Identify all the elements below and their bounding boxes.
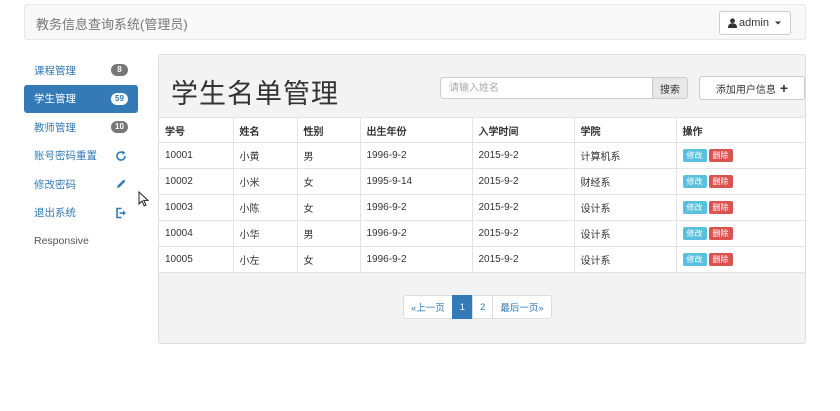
cell-actions: 修改 删除 bbox=[675, 142, 805, 169]
refresh-icon bbox=[116, 150, 126, 161]
search-button[interactable]: 搜索 bbox=[652, 77, 688, 99]
cell-name: 小米 bbox=[232, 168, 298, 195]
delete-button[interactable]: 删除 bbox=[708, 175, 733, 188]
count-badge: 8 bbox=[111, 64, 128, 76]
cell-id: 10001 bbox=[159, 142, 234, 169]
sidebar-item-logout[interactable]: 退出系统 bbox=[24, 199, 138, 227]
top-navbar: 教务信息查询系统(管理员) admin bbox=[24, 4, 806, 40]
sidebar-item-label: 教师管理 bbox=[34, 121, 76, 134]
cell-enroll: 2015-9-2 bbox=[471, 220, 575, 247]
sidebar-item-responsive[interactable]: Responsive bbox=[24, 227, 138, 255]
count-badge: 10 bbox=[111, 121, 128, 133]
table-row: 10004 小华 男 1996-9-2 2015-9-2 设计系 修改 删除 bbox=[159, 220, 805, 247]
cell-name: 小华 bbox=[232, 220, 298, 247]
cell-enroll: 2015-9-2 bbox=[471, 168, 575, 195]
pencil-icon bbox=[117, 179, 126, 188]
delete-button[interactable]: 删除 bbox=[708, 253, 733, 266]
cell-id: 10005 bbox=[159, 246, 234, 273]
edit-button[interactable]: 修改 bbox=[682, 253, 707, 266]
page-title: 学生名单管理 bbox=[171, 79, 339, 110]
logout-icon bbox=[116, 207, 126, 218]
cell-gender: 女 bbox=[296, 168, 361, 195]
main-panel: 学生名单管理 搜索 添加用户信息 + 学号 姓名 性别 出生年份 入学时间 学院… bbox=[158, 54, 806, 344]
pagination-prev[interactable]: «上一页 bbox=[403, 295, 453, 319]
column-header-enroll: 入学时间 bbox=[471, 117, 575, 143]
edit-button[interactable]: 修改 bbox=[682, 175, 707, 188]
sidebar-item-label: 学生管理 bbox=[34, 93, 76, 105]
table-row: 10002 小米 女 1995-9-14 2015-9-2 财经系 修改 删除 bbox=[159, 168, 805, 195]
cell-birth: 1996-9-2 bbox=[359, 246, 473, 273]
cell-name: 小黄 bbox=[232, 142, 298, 169]
user-menu-button[interactable]: admin bbox=[719, 11, 791, 35]
cell-birth: 1995-9-14 bbox=[359, 168, 473, 195]
cell-actions: 修改 删除 bbox=[675, 246, 805, 273]
cell-college: 设计系 bbox=[573, 246, 677, 273]
edit-button[interactable]: 修改 bbox=[682, 201, 707, 214]
cell-enroll: 2015-9-2 bbox=[471, 194, 575, 221]
pagination-page-2[interactable]: 2 bbox=[472, 295, 494, 319]
cell-gender: 男 bbox=[296, 220, 361, 247]
cell-id: 10004 bbox=[159, 220, 234, 247]
plus-icon: + bbox=[779, 80, 789, 96]
mouse-cursor-icon bbox=[138, 191, 149, 207]
user-icon bbox=[728, 18, 738, 28]
column-header-id: 学号 bbox=[159, 117, 234, 143]
delete-button[interactable]: 删除 bbox=[708, 201, 733, 214]
cell-gender: 女 bbox=[296, 194, 361, 221]
user-name: admin bbox=[739, 17, 769, 29]
cell-enroll: 2015-9-2 bbox=[471, 142, 575, 169]
sidebar-item-students[interactable]: 学生管理 59 bbox=[24, 84, 138, 113]
cell-college: 设计系 bbox=[573, 220, 677, 247]
student-table: 学号 姓名 性别 出生年份 入学时间 学院 操作 10001 小黄 男 1996… bbox=[159, 117, 805, 273]
cell-id: 10002 bbox=[159, 168, 234, 195]
cell-gender: 男 bbox=[296, 142, 361, 169]
caret-down-icon bbox=[775, 21, 781, 25]
pagination-page-1[interactable]: 1 bbox=[451, 295, 474, 319]
cell-enroll: 2015-9-2 bbox=[471, 246, 575, 273]
cell-birth: 1996-9-2 bbox=[359, 194, 473, 221]
edit-button[interactable]: 修改 bbox=[682, 149, 707, 162]
sidebar-item-label: 账号密码重置 bbox=[34, 150, 97, 162]
cell-birth: 1996-9-2 bbox=[359, 142, 473, 169]
count-badge: 59 bbox=[111, 92, 128, 105]
column-header-name: 姓名 bbox=[232, 117, 298, 143]
edit-button[interactable]: 修改 bbox=[682, 227, 707, 240]
column-header-actions: 操作 bbox=[675, 117, 805, 143]
pagination-last[interactable]: 最后一页» bbox=[492, 295, 552, 319]
column-header-gender: 性别 bbox=[296, 117, 361, 143]
sidebar-nav: 课程管理 8 学生管理 59 教师管理 10 账号密码重置 修改密码 退出系统 … bbox=[24, 56, 138, 256]
sidebar-item-reset-password[interactable]: 账号密码重置 bbox=[24, 142, 138, 170]
sidebar-item-label: 退出系统 bbox=[34, 207, 76, 219]
delete-button[interactable]: 删除 bbox=[708, 227, 733, 240]
cell-college: 计算机系 bbox=[573, 142, 677, 169]
delete-button[interactable]: 删除 bbox=[708, 149, 733, 162]
table-row: 10005 小左 女 1996-9-2 2015-9-2 设计系 修改 删除 bbox=[159, 246, 805, 273]
cell-name: 小左 bbox=[232, 246, 298, 273]
sidebar-item-label: 课程管理 bbox=[34, 64, 76, 77]
cell-actions: 修改 删除 bbox=[675, 168, 805, 195]
cell-name: 小陈 bbox=[232, 194, 298, 221]
cell-college: 财经系 bbox=[573, 168, 677, 195]
add-user-button[interactable]: 添加用户信息 + bbox=[699, 76, 805, 100]
column-header-college: 学院 bbox=[573, 117, 677, 143]
column-header-birth: 出生年份 bbox=[359, 117, 473, 143]
cell-birth: 1996-9-2 bbox=[359, 220, 473, 247]
pagination: «上一页 1 2 最后一页» bbox=[403, 295, 552, 319]
app-brand[interactable]: 教务信息查询系统(管理员) bbox=[36, 14, 188, 33]
cell-gender: 女 bbox=[296, 246, 361, 273]
sidebar-item-courses[interactable]: 课程管理 8 bbox=[24, 56, 138, 84]
table-row: 10001 小黄 男 1996-9-2 2015-9-2 计算机系 修改 删除 bbox=[159, 142, 805, 169]
cell-actions: 修改 删除 bbox=[675, 194, 805, 221]
table-row: 10003 小陈 女 1996-9-2 2015-9-2 设计系 修改 删除 bbox=[159, 194, 805, 221]
sidebar-item-label: Responsive bbox=[34, 235, 89, 247]
sidebar-item-change-password[interactable]: 修改密码 bbox=[24, 170, 138, 198]
sidebar-item-label: 修改密码 bbox=[34, 178, 76, 191]
table-header-row: 学号 姓名 性别 出生年份 入学时间 学院 操作 bbox=[159, 117, 805, 143]
cell-id: 10003 bbox=[159, 194, 234, 221]
cell-actions: 修改 删除 bbox=[675, 220, 805, 247]
sidebar-item-teachers[interactable]: 教师管理 10 bbox=[24, 113, 138, 141]
cell-college: 设计系 bbox=[573, 194, 677, 221]
add-user-label: 添加用户信息 bbox=[715, 84, 776, 96]
search-input[interactable] bbox=[440, 77, 653, 99]
